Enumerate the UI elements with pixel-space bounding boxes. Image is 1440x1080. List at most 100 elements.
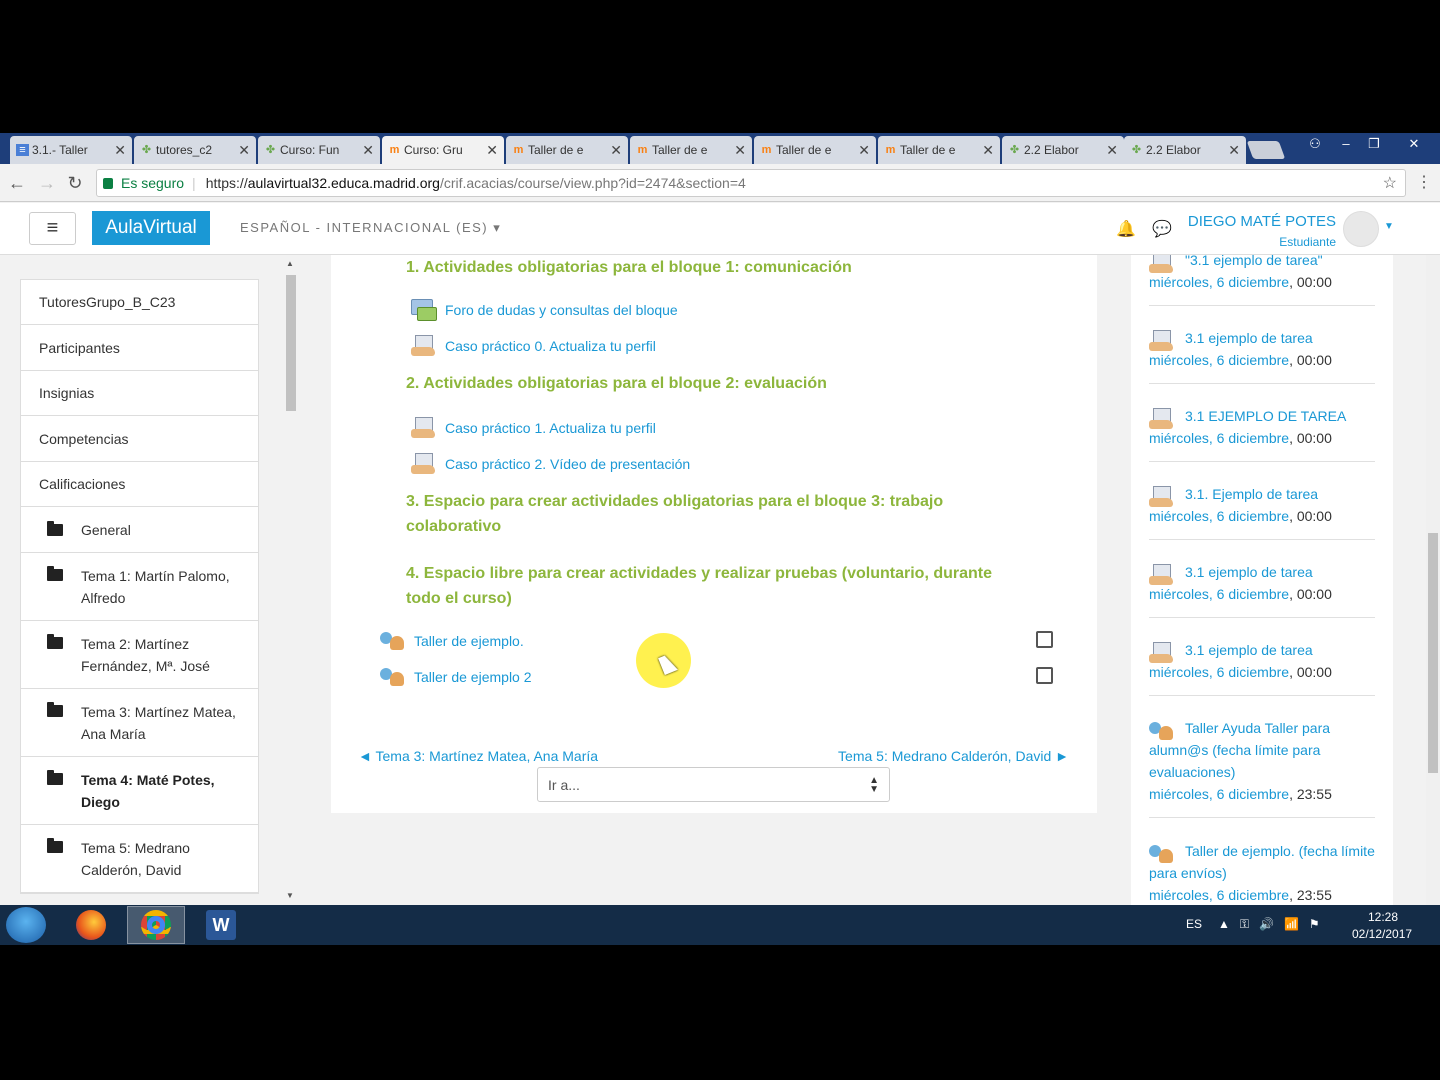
forward-icon[interactable]: → [36,172,58,194]
activity-link[interactable]: Taller de ejemplo. [414,633,524,649]
browser-tab[interactable]: m Taller de e ✕ [754,136,876,164]
drawer-item-competencies[interactable]: Competencias [21,416,258,462]
drawer-section-tema-1[interactable]: Tema 1: Martín Palomo, Alfredo [21,553,258,621]
drawer-item-course[interactable]: TutoresGrupo_B_C23 [21,280,258,325]
browser-tab[interactable]: ✤ tutores_c2 ✕ [134,136,256,164]
close-icon[interactable]: ✕ [982,142,994,159]
reload-icon[interactable]: ↻ [64,172,86,194]
drawer-section-tema-2[interactable]: Tema 2: Martínez Fernández, Mª. José [21,621,258,689]
drawer-section-tema-5[interactable]: Tema 5: Medrano Calderón, David [21,825,258,893]
event-link[interactable]: 3.1 ejemplo de tarea [1185,330,1313,346]
close-icon[interactable]: ✕ [610,142,622,159]
activity-forum[interactable]: Foro de dudas y consultas del bloque [411,299,678,321]
browser-tab[interactable]: ✤ Curso: Fun ✕ [258,136,380,164]
browser-tab[interactable]: m Taller de e ✕ [630,136,752,164]
browser-tab[interactable]: ✤ 2.2 Elabor ✕ [1124,136,1246,164]
close-window-icon[interactable]: ✕ [1400,133,1428,155]
start-button[interactable] [6,907,46,943]
event-link[interactable]: Taller Ayuda Taller para alumn@s (fecha … [1149,720,1330,780]
completion-checkbox[interactable] [1036,667,1053,684]
url-text[interactable]: https://aulavirtual32.educa.madrid.org/c… [206,175,746,191]
event-link[interactable]: 3.1 EJEMPLO DE TAREA [1185,408,1346,424]
drawer-nav-list: TutoresGrupo_B_C23 Participantes Insigni… [20,279,259,894]
taskbar-word[interactable]: W [192,906,250,944]
input-language[interactable]: ES [1186,917,1202,931]
browser-tab[interactable]: ≡ 3.1.- Taller ✕ [10,136,132,164]
event-date-link[interactable]: miércoles, 6 diciembre [1149,586,1289,602]
avatar[interactable] [1343,211,1379,247]
activity-link[interactable]: Caso práctico 0. Actualiza tu perfil [445,338,656,354]
user-menu-caret-icon[interactable]: ▼ [1384,221,1394,232]
event-link[interactable]: "3.1 ejemplo de tarea" [1185,255,1323,268]
event-date-link[interactable]: miércoles, 6 diciembre [1149,352,1289,368]
drawer-item-badges[interactable]: Insignias [21,371,258,416]
activity-assignment[interactable]: Caso práctico 0. Actualiza tu perfil [411,335,656,357]
profile-icon[interactable]: ⚇ [1301,133,1329,155]
event-link[interactable]: 3.1 ejemplo de tarea [1185,642,1313,658]
close-icon[interactable]: ✕ [238,142,250,159]
browser-tab[interactable]: m Taller de e ✕ [878,136,1000,164]
url-bar[interactable]: Es seguro | https://aulavirtual32.educa.… [96,169,1406,197]
event-link[interactable]: 3.1. Ejemplo de tarea [1185,486,1318,502]
messages-icon[interactable]: 💬 [1152,219,1172,239]
close-icon[interactable]: ✕ [362,142,374,159]
event-link[interactable]: 3.1 ejemplo de tarea [1185,564,1313,580]
minimize-icon[interactable]: – [1332,133,1360,155]
event-date-link[interactable]: miércoles, 6 diciembre [1149,274,1289,290]
event-date-link[interactable]: miércoles, 6 diciembre [1149,430,1289,446]
secure-indicator[interactable]: Es seguro [97,175,184,191]
drawer-section-general[interactable]: General [21,507,258,553]
prev-section-link[interactable]: ◄ Tema 3: Martínez Matea, Ana María [358,748,598,764]
drawer-scrollbar-thumb[interactable] [286,275,296,411]
activity-link[interactable]: Foro de dudas y consultas del bloque [445,302,678,318]
browser-tab-active[interactable]: m Curso: Gru ✕ [382,136,504,164]
event-date-link[interactable]: miércoles, 6 diciembre [1149,508,1289,524]
drawer-section-tema-4-current[interactable]: Tema 4: Maté Potes, Diego [21,757,258,825]
drawer-section-tema-3[interactable]: Tema 3: Martínez Matea, Ana María [21,689,258,757]
close-icon[interactable]: ✕ [114,142,126,159]
close-icon[interactable]: ✕ [1106,142,1118,159]
new-tab-button[interactable] [1246,141,1286,159]
browser-menu-icon[interactable]: ⋮ [1416,172,1432,192]
notifications-bell-icon[interactable]: 🔔 [1116,219,1136,239]
close-icon[interactable]: ✕ [1228,142,1240,159]
bookmark-star-icon[interactable]: ☆ [1383,173,1397,193]
activity-assignment[interactable]: Caso práctico 1. Actualiza tu perfil [411,417,656,439]
clock-date[interactable]: 02/12/2017 [1352,927,1412,941]
page-scrollbar-thumb[interactable] [1428,533,1438,773]
scroll-up-icon[interactable]: ▲ [286,259,294,268]
event-link[interactable]: Taller de ejemplo. (fecha límite para en… [1149,843,1375,881]
close-icon[interactable]: ✕ [858,142,870,159]
drawer-toggle-button[interactable]: ≡ [29,212,76,245]
event-item: 3.1 EJEMPLO DE TAREA miércoles, 6 diciem… [1149,405,1375,462]
language-menu[interactable]: ESPAÑOL - INTERNACIONAL (ES) ▾ [240,220,501,236]
close-icon[interactable]: ✕ [486,142,498,159]
activity-workshop[interactable]: Taller de ejemplo. [380,630,524,652]
activity-link[interactable]: Caso práctico 1. Actualiza tu perfil [445,420,656,436]
drawer-item-label: Insignias [39,385,95,401]
activity-assignment[interactable]: Caso práctico 2. Vídeo de presentación [411,453,690,475]
clock-time[interactable]: 12:28 [1368,910,1398,924]
maximize-icon[interactable]: ❐ [1360,133,1388,155]
drawer-item-grades[interactable]: Calificaciones [21,462,258,507]
next-section-link[interactable]: Tema 5: Medrano Calderón, David ► [838,748,1069,764]
taskbar-chrome[interactable] [127,906,185,944]
system-tray-icons[interactable]: ▲⚿🔊📶⚑ [1218,917,1330,932]
jump-to-select[interactable]: Ir a... ▲ ▼ [537,767,890,802]
taskbar-firefox[interactable] [62,906,120,944]
site-logo[interactable]: AulaVirtual [92,211,210,245]
drawer-item-participants[interactable]: Participantes [21,325,258,371]
scroll-down-icon[interactable]: ▼ [286,891,294,900]
browser-tab[interactable]: ✤ 2.2 Elabor ✕ [1002,136,1124,164]
user-name[interactable]: DIEGO MATÉ POTES [1188,213,1336,230]
close-icon[interactable]: ✕ [734,142,746,159]
activity-link[interactable]: Caso práctico 2. Vídeo de presentación [445,456,690,472]
browser-tab[interactable]: m Taller de e ✕ [506,136,628,164]
activity-workshop[interactable]: Taller de ejemplo 2 [380,666,532,688]
activity-link[interactable]: Taller de ejemplo 2 [414,669,532,685]
back-icon[interactable]: ← [6,172,28,194]
completion-checkbox[interactable] [1036,631,1053,648]
event-date-link[interactable]: miércoles, 6 diciembre [1149,786,1289,802]
event-date-link[interactable]: miércoles, 6 diciembre [1149,664,1289,680]
event-date-link[interactable]: miércoles, 6 diciembre [1149,887,1289,903]
